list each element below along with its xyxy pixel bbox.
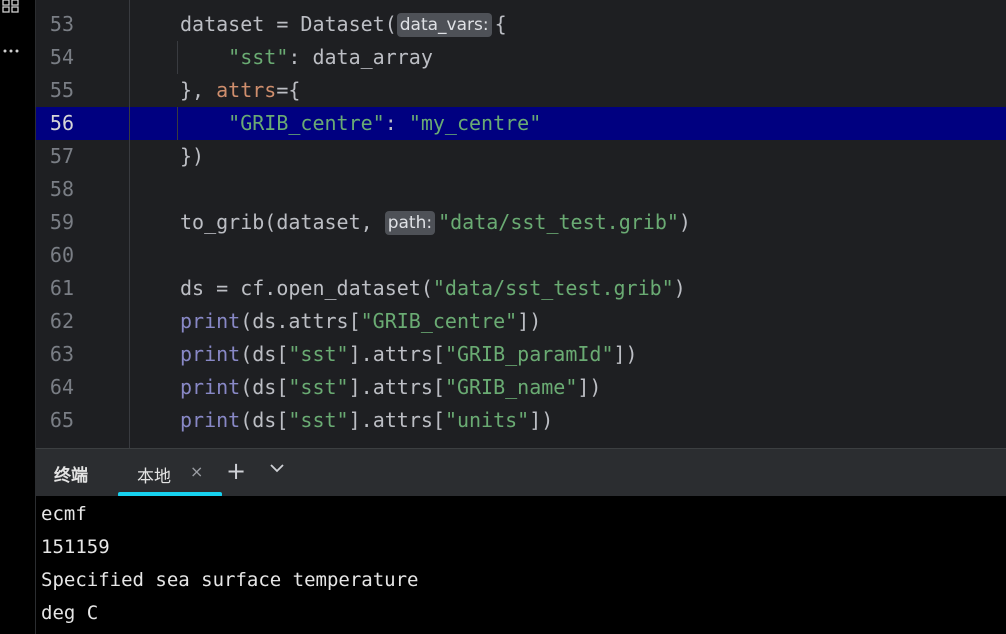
code-text: "sst": data_array: [180, 41, 433, 74]
code-token: ]): [517, 309, 542, 333]
code-token: "my_centre": [408, 111, 542, 135]
terminal-line: ecmf: [41, 503, 87, 525]
line-number: 55: [49, 78, 74, 102]
code-token: ={: [276, 78, 301, 102]
code-token: "data/sst_test.grib": [432, 276, 674, 300]
terminal-panel-title: 终端: [54, 466, 88, 486]
code-token: ): [678, 210, 691, 234]
code-token: print: [180, 309, 241, 333]
line-number: 61: [49, 276, 74, 300]
code-token: attrs: [216, 78, 277, 102]
code-token: "sst": [228, 45, 289, 69]
line-number: 54: [49, 45, 74, 69]
code-token: ds = cf.open_dataset(: [180, 276, 433, 300]
code-token: },: [180, 78, 217, 102]
left-toolbar: [0, 0, 36, 634]
add-icon[interactable]: +: [226, 457, 246, 485]
code-line[interactable]: 55}, attrs={: [36, 74, 1006, 107]
code-text: print(ds["sst"].attrs["GRIB_name"]): [180, 371, 601, 404]
code-token: to_grib(dataset,: [180, 210, 385, 234]
code-text: ds = cf.open_dataset("data/sst_test.grib…: [180, 272, 686, 305]
line-number: 63: [49, 342, 74, 366]
code-token: (ds[: [240, 375, 289, 399]
line-number: 65: [49, 408, 74, 432]
code-token: print: [180, 408, 241, 432]
line-number: 56: [49, 111, 74, 135]
code-line[interactable]: 59 to_grib(dataset, path: "data/sst_test.g…: [36, 206, 1006, 239]
code-token: }): [180, 144, 205, 168]
code-text: }): [180, 140, 204, 173]
terminal-panel-header: 终端 本地 × +: [36, 448, 1006, 497]
line-number: 58: [49, 177, 74, 201]
code-token: print: [180, 375, 241, 399]
code-token: ): [673, 276, 686, 300]
gutter-separator: [129, 0, 130, 448]
code-text: "GRIB_centre": "my_centre": [180, 107, 541, 140]
terminal-line: Specified sea surface temperature: [41, 569, 419, 591]
code-editor[interactable]: 53 dataset = Dataset(data_vars:{54 "sst":…: [36, 0, 1006, 448]
code-text: }, attrs={: [180, 74, 300, 107]
code-token: "sst": [288, 375, 349, 399]
code-line[interactable]: 54 "sst": data_array: [36, 41, 1006, 74]
code-text: dataset = Dataset(data_vars:{: [180, 8, 507, 41]
line-number: 60: [49, 243, 74, 267]
code-text: print(ds.attrs["GRIB_centre"]): [180, 305, 541, 338]
line-number: 59: [49, 210, 74, 234]
code-line[interactable]: 56 "GRIB_centre": "my_centre": [36, 107, 1006, 140]
code-line[interactable]: 53 dataset = Dataset(data_vars:{: [36, 8, 1006, 41]
chevron-down-icon[interactable]: [269, 459, 285, 479]
code-token: "GRIB_centre": [360, 309, 518, 333]
code-token: "GRIB_name": [444, 375, 578, 399]
code-token: ].attrs[: [348, 342, 445, 366]
close-icon[interactable]: ×: [190, 462, 203, 481]
code-token: "GRIB_centre": [228, 111, 385, 135]
code-token: "sst": [288, 342, 349, 366]
terminal-line: 151159: [41, 536, 110, 558]
parameter-hint: data_vars:: [396, 13, 492, 37]
code-token: : data_array: [288, 45, 433, 69]
line-number: 64: [49, 375, 74, 399]
indent-guide: [177, 107, 178, 140]
more-icon[interactable]: [0, 40, 22, 58]
code-token: {: [494, 12, 507, 36]
code-line[interactable]: 63 print(ds["sst"].attrs["GRIB_paramId"]): [36, 338, 1006, 371]
code-line[interactable]: 60: [36, 239, 1006, 272]
code-token: ].attrs[: [348, 375, 445, 399]
parameter-hint: path:: [384, 211, 436, 235]
code-token: "sst": [288, 408, 349, 432]
code-token: ]): [577, 375, 602, 399]
code-token: "data/sst_test.grib": [438, 210, 679, 234]
code-text: print(ds["sst"].attrs["units"]): [180, 404, 553, 437]
code-line[interactable]: 64 print(ds["sst"].attrs["GRIB_name"]): [36, 371, 1006, 404]
code-token: print: [180, 342, 241, 366]
terminal-output[interactable]: ecmf 151159 Specified sea surface temperat…: [36, 496, 1006, 634]
code-line[interactable]: 57}): [36, 140, 1006, 173]
line-number: 57: [49, 144, 74, 168]
code-text: to_grib(dataset, path: "data/sst_test.gri…: [180, 206, 691, 239]
tab-local-label: 本地: [137, 467, 171, 487]
code-token: dataset = Dataset(: [180, 12, 397, 36]
code-token: ]): [613, 342, 638, 366]
code-token: ]): [529, 408, 554, 432]
code-token: ].attrs[: [348, 408, 445, 432]
code-token: "GRIB_paramId": [444, 342, 614, 366]
line-number: 62: [49, 309, 74, 333]
code-text: print(ds["sst"].attrs["GRIB_paramId"]): [180, 338, 638, 371]
code-token: (ds[: [240, 342, 289, 366]
structure-icon[interactable]: [0, 0, 22, 18]
code-token: "units": [444, 408, 530, 432]
code-token: :: [384, 111, 409, 135]
line-number: 53: [49, 12, 74, 36]
code-line[interactable]: 58: [36, 173, 1006, 206]
code-line[interactable]: 61 ds = cf.open_dataset("data/sst_test.gr…: [36, 272, 1006, 305]
code-token: (ds[: [240, 408, 289, 432]
code-line[interactable]: 65 print(ds["sst"].attrs["units"]): [36, 404, 1006, 437]
indent-guide: [177, 41, 178, 74]
code-token: (ds.attrs[: [240, 309, 361, 333]
tab-local[interactable]: 本地 ×: [118, 449, 222, 497]
code-line[interactable]: 62 print(ds.attrs["GRIB_centre"]): [36, 305, 1006, 338]
terminal-line: deg C: [41, 602, 99, 624]
